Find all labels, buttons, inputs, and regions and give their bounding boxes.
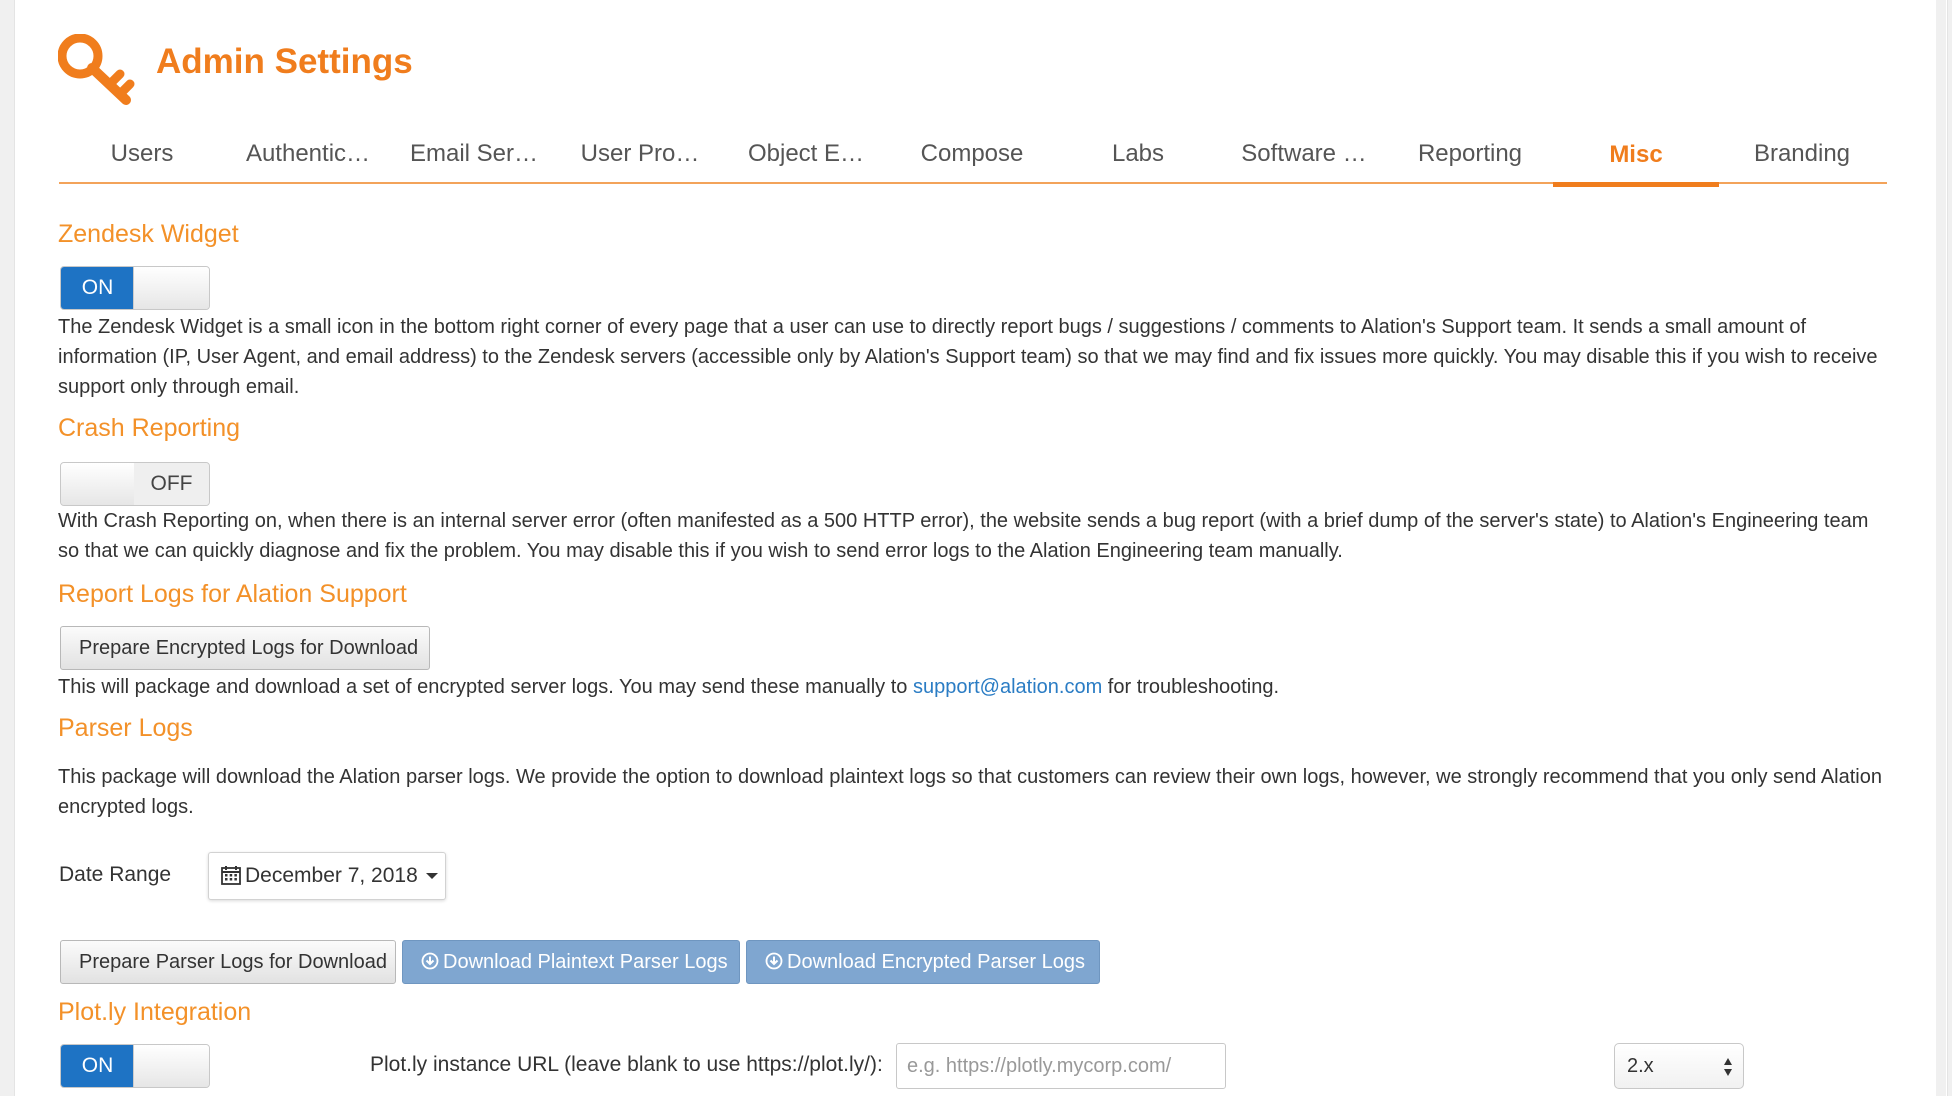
caret-down-icon [425,873,438,879]
tab-user-profile[interactable]: User Pro… [557,132,723,182]
tab-object-editor[interactable]: Object E… [723,132,889,182]
download-circle-icon [765,952,783,970]
plotly-url-input[interactable] [896,1043,1226,1089]
parser-logs-description: This package will download the Alation p… [58,766,1882,818]
prepare-encrypted-logs-button[interactable]: Prepare Encrypted Logs for Download [60,626,430,670]
plotly-title: Plot.ly Integration [58,998,252,1026]
toggle-handle [61,463,137,505]
tab-misc[interactable]: Misc [1553,132,1719,187]
tab-software[interactable]: Software … [1221,132,1387,182]
settings-tabs: Users Authentic… Email Ser… User Pro… Ob… [59,132,1887,187]
toggle-handle [133,1045,209,1087]
toggle-on-label: ON [61,1045,134,1087]
tab-labs[interactable]: Labs [1055,132,1221,182]
scrollbar[interactable] [1936,0,1946,1096]
page-title: Admin Settings [156,42,413,81]
report-logs-description: This will package and download a set of … [58,672,1888,702]
download-circle-icon [421,952,439,970]
report-logs-title: Report Logs for Alation Support [58,580,407,608]
report-logs-text: This will package and download a set of … [58,676,913,698]
prepare-parser-logs-button[interactable]: Prepare Parser Logs for Download [60,940,396,984]
report-logs-text-end: for troubleshooting. [1102,676,1280,698]
tab-branding[interactable]: Branding [1719,132,1885,182]
plotly-url-label: Plot.ly instance URL (leave blank to use… [370,1053,883,1076]
zendesk-description: The Zendesk Widget is a small icon in th… [58,316,1878,398]
toggle-handle [133,267,209,309]
download-plaintext-label: Download Plaintext Parser Logs [443,951,728,973]
plotly-toggle[interactable]: ON [60,1044,210,1088]
date-range-picker[interactable]: December 7, 2018 [208,852,446,900]
support-email-link[interactable]: support@alation.com [913,676,1102,698]
download-encrypted-logs-button[interactable]: Download Encrypted Parser Logs [746,940,1100,984]
crash-reporting-description: With Crash Reporting on, when there is a… [58,510,1869,562]
toggle-on-label: ON [61,267,134,309]
parser-logs-title: Parser Logs [58,714,193,742]
tab-compose[interactable]: Compose [889,132,1055,182]
download-plaintext-logs-button[interactable]: Download Plaintext Parser Logs [402,940,740,984]
date-range-label: Date Range [59,863,172,886]
tab-authentication[interactable]: Authentic… [225,132,391,182]
tab-email-server[interactable]: Email Ser… [391,132,557,182]
download-encrypted-label: Download Encrypted Parser Logs [787,951,1085,973]
plotly-version-value: 2.x [1627,1055,1654,1077]
date-value: December 7, 2018 [245,864,418,887]
zendesk-toggle[interactable]: ON [60,266,210,310]
tab-reporting[interactable]: Reporting [1387,132,1553,182]
plotly-version-select[interactable]: 2.x [1614,1043,1744,1089]
zendesk-title: Zendesk Widget [58,220,239,248]
tab-users[interactable]: Users [59,132,225,182]
crash-reporting-toggle[interactable]: OFF [60,462,210,506]
crash-reporting-title: Crash Reporting [58,414,241,442]
toggle-off-label: OFF [134,463,209,505]
select-arrows-icon [1724,1058,1732,1076]
calendar-icon [221,866,241,885]
key-icon [58,34,135,105]
